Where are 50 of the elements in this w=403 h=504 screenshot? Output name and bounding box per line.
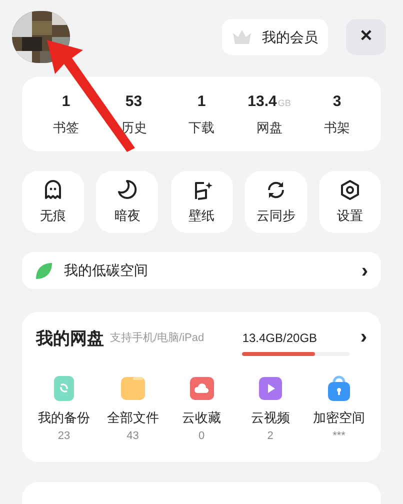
shortcut-button[interactable]: 云同步 [244, 171, 307, 233]
item-count: 2 [267, 428, 274, 444]
shortcut-button[interactable]: 壁纸 [170, 171, 232, 233]
row-label: 我的低碳空间 [64, 261, 148, 280]
stat-label: 下载 [188, 118, 214, 136]
netdisk-item[interactable]: 我的备份 23 [30, 374, 98, 444]
storage-usage: 13.4GB/20GB [242, 330, 318, 347]
stat-label: 书签 [53, 118, 79, 136]
stat-value: 3 [332, 92, 342, 112]
stat-item[interactable]: 1 书签 [38, 91, 94, 137]
item-count: 43 [126, 428, 139, 444]
stat-item[interactable]: 13.4GB 网盘 [241, 91, 298, 137]
cloud-icon [188, 374, 216, 402]
chevron: › [361, 260, 368, 280]
item-count: *** [332, 428, 346, 444]
lock-icon [325, 374, 353, 402]
shortcut-button[interactable]: 无痕 [22, 171, 84, 233]
member-button[interactable]: 我的会员 [222, 19, 328, 55]
video-icon [256, 374, 284, 402]
stat-label: 书架 [324, 118, 350, 136]
netdisk-item[interactable]: 加密空间 *** [305, 374, 373, 444]
item-label: 全部文件 [106, 409, 159, 427]
netdisk-item[interactable]: 云视频 2 [236, 374, 304, 444]
stat-unit: GB [278, 97, 291, 110]
stat-value: 13.4 [248, 92, 277, 112]
item-count: 0 [198, 428, 205, 444]
close-button[interactable]: ✕ [346, 19, 386, 55]
stat-item[interactable]: 3 书架 [309, 91, 365, 137]
card-title: 我的网盘 [36, 328, 104, 350]
leaf-icon [35, 262, 53, 280]
netdisk-item[interactable]: 云收藏 0 [168, 374, 236, 444]
item-label: 云视频 [250, 409, 290, 427]
card-subtitle: 支持手机/电脑/iPad [110, 330, 204, 346]
crown-icon [232, 29, 252, 45]
folder-icon [118, 374, 147, 402]
item-count: 23 [58, 428, 70, 444]
item-label: 加密空间 [313, 409, 365, 427]
shortcut-button[interactable]: 设置 [319, 171, 381, 233]
stat-label: 网盘 [256, 118, 282, 136]
low-carbon-row[interactable]: 我的低碳空间 › [22, 252, 381, 289]
item-label: 我的备份 [38, 409, 90, 427]
stat-value: 1 [62, 92, 70, 112]
stat-item[interactable]: 1 下载 [174, 91, 230, 137]
item-label: 云收藏 [182, 409, 221, 427]
stat-value: 53 [125, 92, 142, 112]
shortcut-button[interactable]: 暗夜 [96, 171, 158, 233]
netdisk-item[interactable]: 全部文件 43 [98, 374, 167, 444]
chevron[interactable]: › [360, 327, 367, 347]
stat-value: 1 [197, 92, 206, 112]
settings-icon [338, 178, 362, 202]
